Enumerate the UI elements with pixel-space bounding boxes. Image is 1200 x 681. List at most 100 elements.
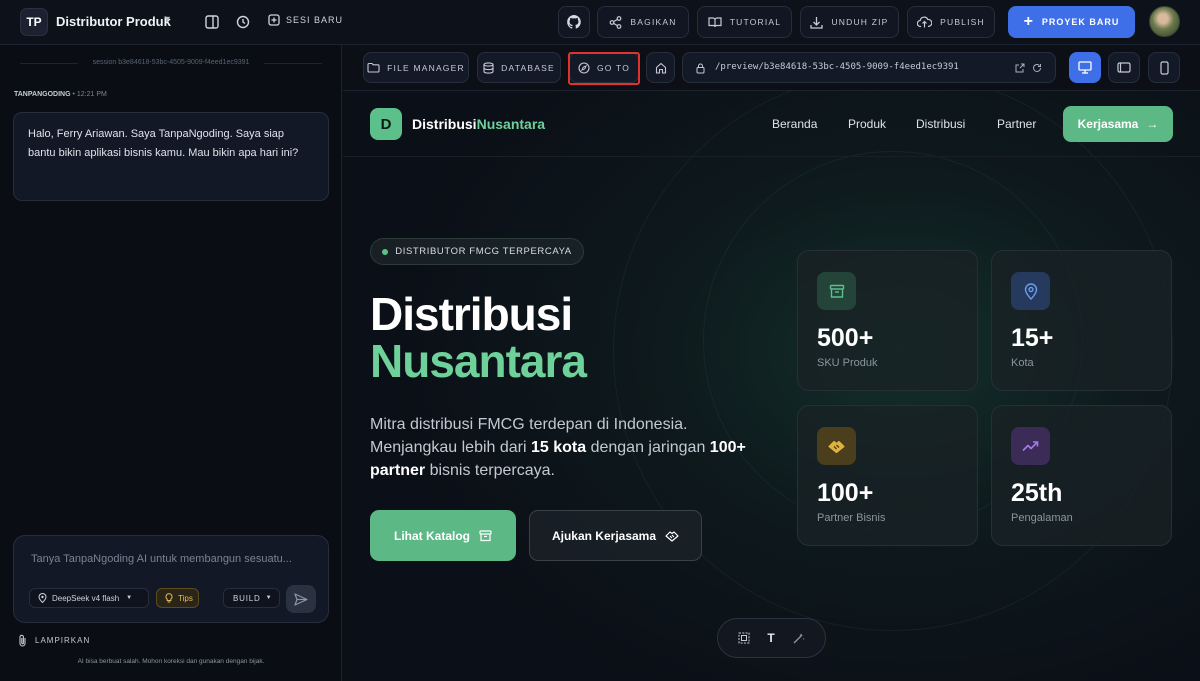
database-icon bbox=[483, 61, 494, 74]
headline-line-1: Distribusi bbox=[370, 288, 573, 340]
top-bar: TP Distributor Produk ▼ SESI BARU BAGIKA… bbox=[0, 0, 1200, 45]
brand-name[interactable]: DistribusiNusantara bbox=[412, 116, 545, 132]
stat-value: 100+ bbox=[817, 479, 874, 507]
share-label: BAGIKAN bbox=[630, 17, 677, 27]
tutorial-button[interactable]: TUTORIAL bbox=[697, 6, 792, 38]
brand-logo[interactable]: D bbox=[370, 108, 402, 140]
tablet-icon bbox=[1117, 62, 1131, 73]
tablet-view-button[interactable] bbox=[1108, 52, 1140, 83]
new-project-button[interactable]: + PROYEK BARU bbox=[1008, 6, 1135, 38]
apply-partnership-label: Ajukan Kerjasama bbox=[551, 528, 657, 543]
goto-highlight bbox=[568, 52, 640, 85]
chat-input[interactable]: Tanya TanpaNgoding AI untuk membangun se… bbox=[31, 553, 292, 565]
download-icon bbox=[810, 16, 824, 29]
text-tool-icon[interactable]: T bbox=[767, 631, 774, 645]
attach-button[interactable]: LAMPIRKAN bbox=[18, 634, 90, 647]
preview-panel: FILE MANAGER DATABASE GO TO /preview/b3e… bbox=[343, 45, 1200, 681]
chat-input-box[interactable]: Tanya TanpaNgoding AI untuk membangun se… bbox=[13, 535, 329, 623]
mobile-view-button[interactable] bbox=[1148, 52, 1180, 83]
map-pin-icon bbox=[38, 593, 47, 603]
headline-line-2: Nusantara bbox=[370, 335, 587, 387]
history-icon[interactable] bbox=[233, 12, 253, 32]
view-catalog-button[interactable]: Lihat Katalog bbox=[370, 510, 516, 561]
archive-icon bbox=[817, 272, 856, 310]
handshake-icon bbox=[665, 530, 679, 542]
website-preview: D DistribusiNusantara Beranda Produk Dis… bbox=[343, 91, 1200, 681]
user-avatar[interactable] bbox=[1149, 6, 1180, 37]
message-time: • 12:21 PM bbox=[72, 91, 107, 98]
chevron-down-icon: ▼ bbox=[126, 595, 133, 601]
url-bar[interactable]: /preview/b3e84618-53bc-4505-9009-f4eed1e… bbox=[682, 52, 1056, 83]
github-icon bbox=[567, 15, 581, 29]
kerjasama-label: Kerjasama bbox=[1077, 117, 1139, 131]
tips-button[interactable]: Tips bbox=[156, 588, 199, 608]
publish-label: PUBLISH bbox=[940, 17, 985, 27]
download-zip-button[interactable]: UNDUH ZIP bbox=[800, 6, 899, 38]
desc-highlight: 15 kota bbox=[531, 439, 587, 456]
hero-description: Mitra distribusi FMCG terdepan di Indone… bbox=[370, 413, 750, 482]
app-logo[interactable]: TP bbox=[20, 8, 48, 36]
project-title[interactable]: Distributor Produk bbox=[56, 14, 171, 29]
new-session-button[interactable]: SESI BARU bbox=[268, 14, 343, 26]
stat-label: Kota bbox=[1011, 357, 1034, 369]
badge-text: DISTRIBUTOR FMCG TERPERCAYA bbox=[395, 246, 572, 257]
trending-up-icon bbox=[1011, 427, 1050, 465]
apply-partnership-button[interactable]: Ajukan Kerjasama bbox=[529, 510, 702, 561]
monitor-icon bbox=[1078, 61, 1092, 74]
github-button[interactable] bbox=[558, 6, 590, 38]
stat-label: Pengalaman bbox=[1011, 512, 1073, 524]
model-select[interactable]: DeepSeek v4 flash ▼ bbox=[29, 588, 149, 608]
view-catalog-label: Lihat Katalog bbox=[393, 528, 470, 543]
new-session-label: SESI BARU bbox=[286, 15, 344, 25]
sender-name: TANPANGODING bbox=[14, 91, 71, 98]
send-button[interactable] bbox=[286, 585, 316, 613]
desc-text: dengan jaringan bbox=[586, 439, 710, 456]
nav-link-distribusi[interactable]: Distribusi bbox=[916, 117, 965, 131]
assistant-message: Halo, Ferry Ariawan. Saya TanpaNgoding. … bbox=[13, 112, 329, 201]
stat-value: 500+ bbox=[817, 324, 874, 352]
share-icon bbox=[609, 15, 622, 29]
desc-text: bisnis terpercaya. bbox=[425, 462, 555, 479]
file-manager-button[interactable]: FILE MANAGER bbox=[363, 52, 469, 83]
plus-icon: + bbox=[1023, 13, 1034, 30]
send-icon bbox=[294, 592, 308, 606]
session-id: session b3e84618-53bc-4505-9009-f4eed1ec… bbox=[92, 59, 250, 66]
refresh-icon[interactable] bbox=[1032, 63, 1042, 73]
nav-link-partner[interactable]: Partner bbox=[997, 117, 1036, 131]
database-button[interactable]: DATABASE bbox=[477, 52, 561, 83]
mode-select[interactable]: BUILD ▼ bbox=[223, 588, 280, 608]
chevron-down-icon[interactable]: ▼ bbox=[163, 14, 172, 24]
handshake-icon bbox=[817, 427, 856, 465]
stat-value: 25th bbox=[1011, 479, 1063, 507]
preview-toolbar: FILE MANAGER DATABASE GO TO /preview/b3e… bbox=[343, 45, 1200, 91]
share-button[interactable]: BAGIKAN bbox=[597, 6, 689, 38]
kerjasama-button[interactable]: Kerjasama → bbox=[1063, 106, 1173, 142]
stat-card: 100+ Partner Bisnis bbox=[797, 405, 978, 546]
url-text[interactable]: /preview/b3e84618-53bc-4505-9009-f4eed1e… bbox=[715, 62, 959, 72]
map-pin-icon bbox=[1011, 272, 1050, 310]
nav-link-produk[interactable]: Produk bbox=[848, 117, 886, 131]
brand-name-accent: Nusantara bbox=[476, 116, 546, 132]
stat-card: 15+ Kota bbox=[991, 250, 1172, 391]
new-project-label: PROYEK BARU bbox=[1041, 17, 1120, 27]
home-button[interactable] bbox=[646, 52, 675, 83]
attach-label: LAMPIRKAN bbox=[35, 636, 91, 645]
book-icon bbox=[708, 17, 722, 28]
folder-icon bbox=[367, 62, 380, 73]
external-link-icon[interactable] bbox=[1015, 63, 1025, 73]
tutorial-label: TUTORIAL bbox=[729, 17, 782, 27]
arrow-right-icon: → bbox=[1146, 117, 1159, 131]
stat-label: Partner Bisnis bbox=[817, 512, 886, 524]
cloud-upload-icon bbox=[917, 16, 933, 28]
desktop-view-button[interactable] bbox=[1069, 52, 1101, 83]
disclaimer: AI bisa berbuat salah. Mohon koreksi dan… bbox=[77, 658, 265, 665]
message-sender: TANPANGODING • 12:21 PM bbox=[14, 91, 107, 98]
publish-button[interactable]: PUBLISH bbox=[907, 6, 995, 38]
chevron-down-icon: ▼ bbox=[265, 595, 273, 601]
sidebar-toggle-icon[interactable] bbox=[202, 12, 222, 32]
select-box-icon[interactable] bbox=[738, 632, 750, 644]
magic-edit-icon[interactable] bbox=[792, 632, 805, 645]
home-icon bbox=[655, 62, 666, 74]
nav-link-beranda[interactable]: Beranda bbox=[772, 117, 817, 131]
stat-card: 500+ SKU Produk bbox=[797, 250, 978, 391]
